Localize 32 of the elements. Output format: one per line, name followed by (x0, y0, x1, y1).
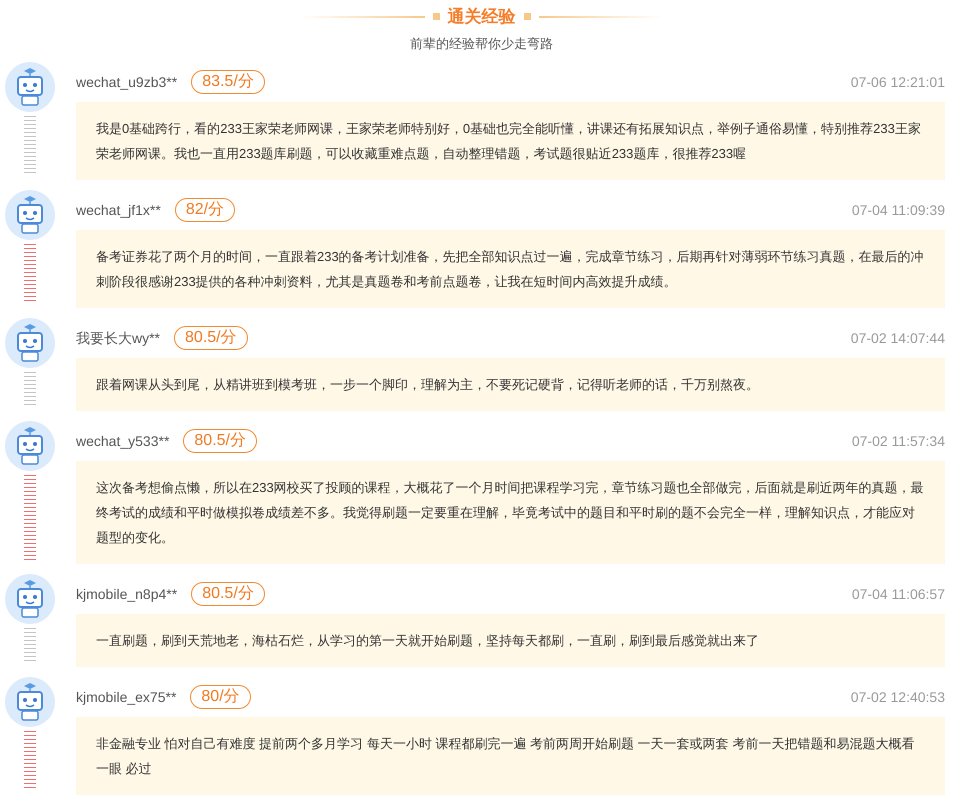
robot-avatar-icon (5, 318, 55, 368)
timestamp: 07-06 12:21:01 (850, 72, 945, 92)
timestamp: 07-02 14:07:44 (850, 328, 945, 348)
review-text: 跟着网课从头到尾，从精讲班到模考班，一步一个脚印，理解为主，不要死记硬背，记得听老师的话，千万别熬夜。 (96, 376, 760, 394)
score-badge: 80.5/分 (183, 429, 257, 453)
score-badge: 82/分 (174, 198, 236, 222)
robot-avatar-icon (5, 574, 55, 624)
robot-avatar-icon (5, 677, 55, 727)
score-badge: 80.5/分 (191, 582, 265, 606)
robot-avatar-icon (5, 190, 55, 240)
username: 我要长大wy** (76, 328, 160, 348)
username: wechat_u9zb3** (76, 72, 178, 92)
username: kjmobile_n8p4** (76, 584, 178, 604)
review-text: 备考证券花了两个月的时间，一直跟着233的备考计划准备，先把全部知识点过一遍，完成章节练习，后期再针对薄弱环节练习真题，在最后的冲刺阶段很感谢233提供的各种冲刺资料，尤其是真题卷和考前点题卷，让我在短时间内高效提升成绩。 (96, 248, 925, 291)
timestamp: 07-02 12:40:53 (850, 688, 945, 706)
section-title: 通关经验 (448, 6, 516, 28)
review-text: 这次备考想偷点懒，所以在233网校买了投顾的课程，大概花了一个月时间把课程学习完，章节练习题也全部做完，后面就是刷近两年的真题，最终考试的成绩和平时做模拟卷成绩差不多。我觉得刷题一定要重在理解，毕竟考试中的题目和平时刷的题不会完全一样，理解知识点，才能应对题型的变化。 (96, 479, 925, 547)
robot-avatar-icon (5, 62, 55, 112)
review-text: 一直刷题，刷到天荒地老，海枯石烂，从学习的第一天就开始刷题，坚持每天都刷，一直刷，刷到最后感觉就出来了 (96, 632, 760, 650)
timestamp: 07-02 11:57:34 (852, 432, 945, 450)
review-text: 非金融专业 怕对自己有难度 提前两个多月学习 每天一小时 课程都刷完一遍 考前两周开始刷题 一天一套或两套 考前一天把错题和易混题大概看一眼 必过 (96, 735, 916, 778)
timestamp: 07-04 11:06:57 (852, 584, 945, 604)
timestamp: 07-04 11:09:39 (852, 200, 945, 220)
score-badge: 80.5/分 (174, 326, 248, 350)
score-badge: 80/分 (190, 685, 251, 709)
section-subtitle: 前辈的经验帮你少走弯路 (410, 34, 553, 52)
score-badge: 83.5/分 (191, 70, 265, 94)
username: kjmobile_ex75** (76, 688, 176, 707)
review-text: 我是0基础跨行，看的233王家荣老师网课，王家荣老师特别好，0基础也完全能听懂，讲课还有拓展知识点，举例子通俗易懂，特别推荐233王家荣老师网课。我也一直用233题库刷题，可以收藏重难点题，自动整理错题，考试题很贴近233题库，很推荐233喔 (96, 120, 922, 163)
username: wechat_jf1x** (76, 200, 161, 220)
username: wechat_y533** (76, 432, 170, 451)
robot-avatar-icon (5, 421, 55, 471)
